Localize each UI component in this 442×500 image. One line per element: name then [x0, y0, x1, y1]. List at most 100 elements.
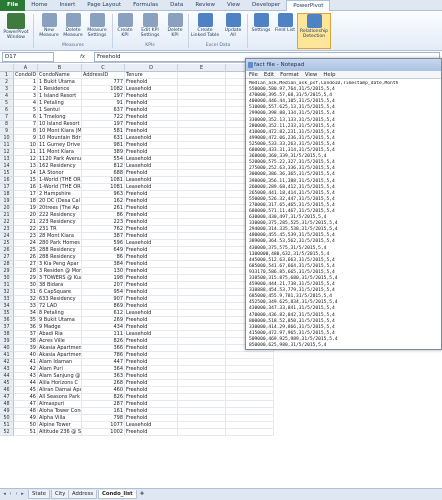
row-header[interactable]: 4: [0, 93, 14, 100]
grid-cell[interactable]: [178, 268, 226, 275]
grid-cell[interactable]: Akasia Apartment: [38, 352, 82, 359]
grid-cell[interactable]: Freehold: [125, 380, 178, 387]
row-header[interactable]: 33: [0, 296, 14, 303]
grid-cell[interactable]: Freehold: [125, 394, 178, 401]
powerpivot-window-button[interactable]: PowerPivot Window: [1, 13, 31, 40]
grid-cell[interactable]: Freehold: [125, 415, 178, 422]
grid-cell[interactable]: 2 Hampshire: [38, 191, 82, 198]
grid-cell[interactable]: [178, 142, 226, 149]
grid-cell[interactable]: [226, 408, 274, 415]
grid-cell[interactable]: Freehold: [125, 149, 178, 156]
row-header[interactable]: 47: [0, 394, 14, 401]
grid-cell[interactable]: 48: [14, 408, 38, 415]
grid-cell[interactable]: Leasehold: [125, 184, 178, 191]
grid-cell[interactable]: 86: [82, 254, 125, 261]
grid-cell[interactable]: [178, 128, 226, 135]
grid-cell[interactable]: 826: [82, 394, 125, 401]
update-all-button[interactable]: Update All: [222, 13, 244, 38]
grid-cell[interactable]: 1 Residence: [38, 86, 82, 93]
grid-cell[interactable]: 261: [82, 205, 125, 212]
grid-cell[interactable]: 1081: [82, 184, 125, 191]
create-kpi-button[interactable]: Create KPI: [114, 13, 136, 38]
grid-cell[interactable]: 231 TR: [38, 226, 82, 233]
grid-cell[interactable]: 11: [14, 149, 38, 156]
insert-sheet-icon[interactable]: ✚: [138, 491, 146, 498]
grid-cell[interactable]: Freehold: [125, 142, 178, 149]
grid-cell[interactable]: 13: [14, 163, 38, 170]
grid-cell[interactable]: 10 Island Resort: [38, 121, 82, 128]
grid-cell[interactable]: [178, 261, 226, 268]
grid-cell[interactable]: Freehold: [125, 121, 178, 128]
grid-cell[interactable]: [178, 226, 226, 233]
column-header[interactable]: A: [14, 64, 38, 72]
row-header[interactable]: 22: [0, 219, 14, 226]
grid-cell[interactable]: Freehold: [125, 233, 178, 240]
grid-cell[interactable]: 1: [14, 79, 38, 86]
sheet-tab-address[interactable]: Address: [68, 490, 98, 499]
row-header[interactable]: 48: [0, 401, 14, 408]
grid-cell[interactable]: 1077: [82, 422, 125, 429]
row-header[interactable]: 19: [0, 198, 14, 205]
tab-insert[interactable]: Insert: [54, 0, 82, 11]
grid-cell[interactable]: 16: [14, 184, 38, 191]
grid-cell[interactable]: Leasehold: [125, 86, 178, 93]
grid-cell[interactable]: Leasehold: [125, 135, 178, 142]
row-header[interactable]: 50: [0, 415, 14, 422]
grid-cell[interactable]: Freehold: [125, 219, 178, 226]
grid-cell[interactable]: 162 Residency: [38, 163, 82, 170]
grid-cell[interactable]: Acres Ville: [38, 338, 82, 345]
grid-cell[interactable]: 38 Bidara: [38, 282, 82, 289]
grid-cell[interactable]: 47: [14, 401, 38, 408]
row-header[interactable]: 32: [0, 289, 14, 296]
grid-cell[interactable]: 207: [82, 282, 125, 289]
grid-cell[interactable]: 91: [82, 100, 125, 107]
grid-cell[interactable]: 612: [82, 310, 125, 317]
sheet-tab-condo-list[interactable]: Condo_list: [98, 490, 137, 499]
grid-cell[interactable]: 287: [82, 401, 125, 408]
grid-cell[interactable]: 1 Sentul: [38, 107, 82, 114]
grid-cell[interactable]: [178, 331, 226, 338]
grid-cell[interactable]: [178, 387, 226, 394]
grid-cell[interactable]: All Seasons Park: [38, 394, 82, 401]
row-header[interactable]: 9: [0, 128, 14, 135]
row-header[interactable]: 21: [0, 212, 14, 219]
row-header[interactable]: 15: [0, 170, 14, 177]
grid-cell[interactable]: 14: [14, 170, 38, 177]
field-list-button[interactable]: Field List: [274, 13, 296, 33]
grid-cell[interactable]: 46: [14, 394, 38, 401]
row-header[interactable]: 7: [0, 114, 14, 121]
grid-cell[interactable]: Freehold: [125, 338, 178, 345]
grid-cell[interactable]: 111: [82, 331, 125, 338]
grid-cell[interactable]: 786: [82, 352, 125, 359]
grid-cell[interactable]: [226, 415, 274, 422]
grid-cell[interactable]: 197: [82, 121, 125, 128]
grid-cell[interactable]: [178, 429, 226, 436]
grid-cell[interactable]: 32: [14, 296, 38, 303]
grid-cell[interactable]: [226, 401, 274, 408]
grid-cell[interactable]: [178, 86, 226, 93]
notepad-title-bar[interactable]: fact file - Notepad: [246, 59, 441, 71]
grid-cell[interactable]: Freehold: [125, 387, 178, 394]
grid-cell[interactable]: 6 CapSquare: [38, 289, 82, 296]
grid-cell[interactable]: [178, 324, 226, 331]
tab-data[interactable]: Data: [164, 0, 189, 11]
grid-cell[interactable]: Freehold: [125, 275, 178, 282]
grid-cell[interactable]: [178, 163, 226, 170]
grid-cell[interactable]: 28: [14, 268, 38, 275]
grid-cell[interactable]: 554: [82, 156, 125, 163]
tab-page-layout[interactable]: Page Layout: [81, 0, 127, 11]
grid-cell[interactable]: Leasehold: [125, 310, 178, 317]
grid-cell[interactable]: 637: [82, 107, 125, 114]
grid-cell[interactable]: 11 Gurney Drive: [38, 142, 82, 149]
notepad-text-area[interactable]: Median_ask,Median_ask_psf,CondoID,Timest…: [249, 81, 438, 347]
grid-cell[interactable]: 72 LAD: [38, 303, 82, 310]
grid-cell[interactable]: 826: [82, 338, 125, 345]
grid-cell[interactable]: 762: [82, 226, 125, 233]
grid-cell[interactable]: [178, 282, 226, 289]
grid-cell[interactable]: 30: [14, 282, 38, 289]
row-header[interactable]: 38: [0, 331, 14, 338]
row-header[interactable]: 25: [0, 240, 14, 247]
row-header[interactable]: 27: [0, 254, 14, 261]
row-header[interactable]: 2: [0, 79, 14, 86]
grid-cell[interactable]: 20 DC (Desa Cal: [38, 198, 82, 205]
